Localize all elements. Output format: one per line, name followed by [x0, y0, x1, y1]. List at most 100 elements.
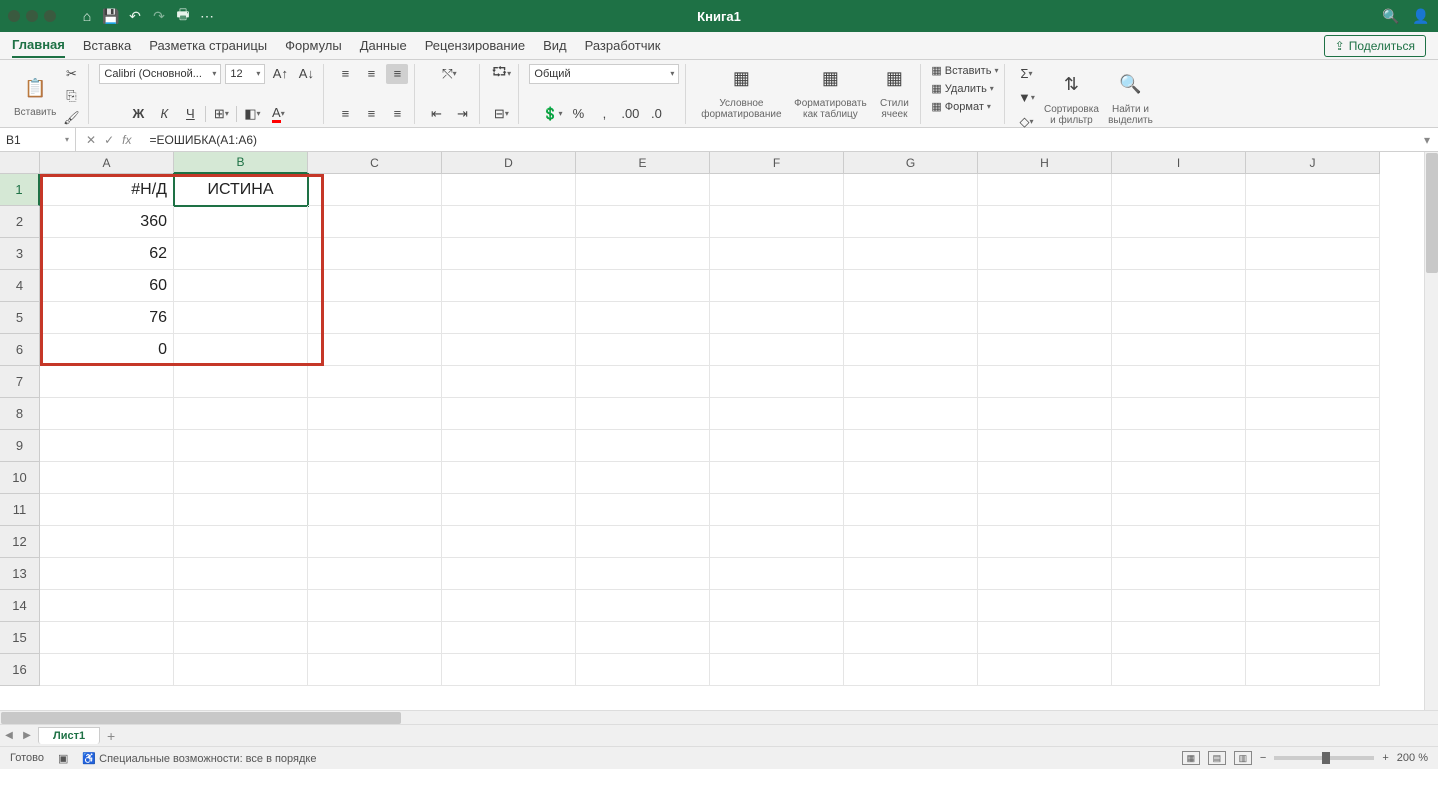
cell-A16[interactable] [40, 654, 174, 686]
name-box[interactable]: B1▾ [0, 128, 76, 151]
row-header-9[interactable]: 9 [0, 430, 40, 462]
cell-B1[interactable]: ИСТИНА [174, 174, 308, 206]
zoom-thumb[interactable] [1322, 752, 1330, 764]
cell-E7[interactable] [576, 366, 710, 398]
cell-A10[interactable] [40, 462, 174, 494]
increase-decimal-button[interactable]: .00 [619, 104, 641, 124]
window-close-dot[interactable] [8, 10, 20, 22]
cell-B6[interactable] [174, 334, 308, 366]
row-header-4[interactable]: 4 [0, 270, 40, 302]
menu-home[interactable]: Главная [12, 33, 65, 58]
cell-I3[interactable] [1112, 238, 1246, 270]
fx-icon[interactable]: fx [122, 133, 131, 147]
row-header-2[interactable]: 2 [0, 206, 40, 238]
fill-button[interactable]: ▼▾ [1015, 88, 1037, 108]
cell-F3[interactable] [710, 238, 844, 270]
select-all-corner[interactable] [0, 152, 40, 174]
fill-color-button[interactable]: ◧▾ [241, 104, 263, 124]
column-header-A[interactable]: A [40, 152, 174, 174]
menu-review[interactable]: Рецензирование [425, 34, 525, 57]
cell-E5[interactable] [576, 302, 710, 334]
italic-button[interactable]: К [153, 104, 175, 124]
cell-C14[interactable] [308, 590, 442, 622]
row-header-16[interactable]: 16 [0, 654, 40, 686]
cell-B11[interactable] [174, 494, 308, 526]
cell-A15[interactable] [40, 622, 174, 654]
cell-A11[interactable] [40, 494, 174, 526]
cell-J16[interactable] [1246, 654, 1380, 686]
currency-button[interactable]: 💲▾ [541, 104, 563, 124]
share-button[interactable]: ⇪Поделиться [1324, 35, 1426, 57]
cell-C10[interactable] [308, 462, 442, 494]
increase-font-button[interactable]: A↑ [269, 64, 291, 84]
cell-D16[interactable] [442, 654, 576, 686]
cell-C13[interactable] [308, 558, 442, 590]
cell-J4[interactable] [1246, 270, 1380, 302]
row-header-14[interactable]: 14 [0, 590, 40, 622]
cell-I12[interactable] [1112, 526, 1246, 558]
clear-button[interactable]: ◇▾ [1015, 112, 1037, 132]
align-middle-button[interactable]: ≡ [360, 64, 382, 84]
vertical-scrollbar[interactable] [1424, 152, 1438, 710]
cell-A4[interactable]: 60 [40, 270, 174, 302]
font-color-button[interactable]: A▾ [267, 104, 289, 124]
print-icon[interactable]: 🖶 [174, 7, 192, 25]
cell-E10[interactable] [576, 462, 710, 494]
cell-F15[interactable] [710, 622, 844, 654]
cell-F6[interactable] [710, 334, 844, 366]
insert-cells-button[interactable]: ▦ Вставить ▾ [931, 64, 998, 78]
cell-E11[interactable] [576, 494, 710, 526]
cell-G4[interactable] [844, 270, 978, 302]
decrease-font-button[interactable]: A↓ [295, 64, 317, 84]
underline-button[interactable]: Ч [179, 104, 201, 124]
cell-A14[interactable] [40, 590, 174, 622]
menu-page-layout[interactable]: Разметка страницы [149, 34, 267, 57]
format-as-table-button[interactable]: ▦ [815, 64, 845, 94]
cell-J13[interactable] [1246, 558, 1380, 590]
cell-D6[interactable] [442, 334, 576, 366]
zoom-slider[interactable] [1274, 756, 1374, 760]
cell-J15[interactable] [1246, 622, 1380, 654]
cell-H1[interactable] [978, 174, 1112, 206]
font-size-select[interactable]: 12▾ [225, 64, 265, 84]
column-header-F[interactable]: F [710, 152, 844, 174]
cell-F5[interactable] [710, 302, 844, 334]
zoom-out-button[interactable]: − [1260, 752, 1266, 764]
cell-I10[interactable] [1112, 462, 1246, 494]
normal-view-button[interactable]: ▦ [1182, 751, 1200, 765]
cell-D4[interactable] [442, 270, 576, 302]
cell-I6[interactable] [1112, 334, 1246, 366]
cell-E4[interactable] [576, 270, 710, 302]
cell-H7[interactable] [978, 366, 1112, 398]
cell-J5[interactable] [1246, 302, 1380, 334]
cell-A1[interactable]: #Н/Д [40, 174, 174, 206]
cell-D15[interactable] [442, 622, 576, 654]
cell-J7[interactable] [1246, 366, 1380, 398]
cell-G7[interactable] [844, 366, 978, 398]
cell-E16[interactable] [576, 654, 710, 686]
cell-B3[interactable] [174, 238, 308, 270]
align-left-button[interactable]: ≡ [334, 104, 356, 124]
cell-D2[interactable] [442, 206, 576, 238]
add-sheet-button[interactable]: + [102, 727, 120, 745]
cell-A13[interactable] [40, 558, 174, 590]
cell-A5[interactable]: 76 [40, 302, 174, 334]
page-break-view-button[interactable]: ▥ [1234, 751, 1252, 765]
cell-G5[interactable] [844, 302, 978, 334]
cell-I8[interactable] [1112, 398, 1246, 430]
cell-E15[interactable] [576, 622, 710, 654]
cell-H3[interactable] [978, 238, 1112, 270]
cell-F1[interactable] [710, 174, 844, 206]
cell-B13[interactable] [174, 558, 308, 590]
row-header-11[interactable]: 11 [0, 494, 40, 526]
row-header-5[interactable]: 5 [0, 302, 40, 334]
borders-button[interactable]: ⊞▾ [210, 104, 232, 124]
cell-styles-button[interactable]: ▦ [879, 64, 909, 94]
cell-J6[interactable] [1246, 334, 1380, 366]
cell-I16[interactable] [1112, 654, 1246, 686]
cell-B2[interactable] [174, 206, 308, 238]
format-painter-button[interactable]: 🖌 [60, 108, 82, 128]
cell-E13[interactable] [576, 558, 710, 590]
align-bottom-button[interactable]: ≡ [386, 64, 408, 84]
cell-B10[interactable] [174, 462, 308, 494]
